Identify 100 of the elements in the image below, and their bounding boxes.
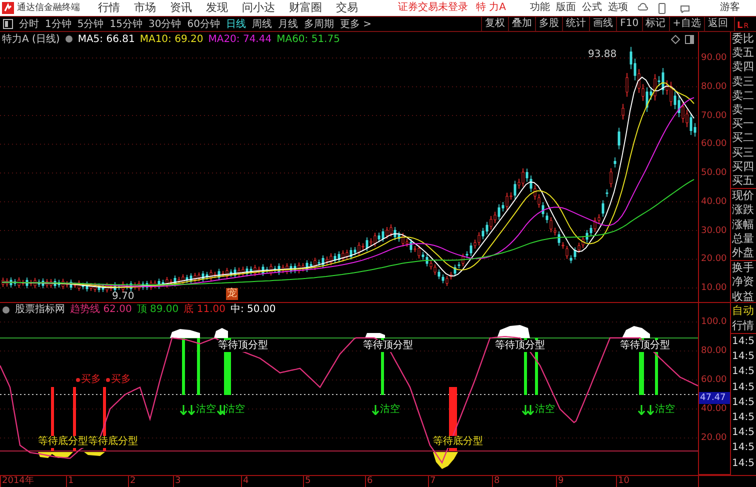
price-axis-label: 20.00 (701, 253, 727, 266)
menu-item[interactable]: 功能 (530, 2, 550, 14)
quote-field-label: 卖二 (731, 88, 755, 104)
moving-average-value: MA10: 69.20 (140, 32, 204, 46)
trade-time: 14:5 (731, 365, 756, 380)
high-price-label: 93.88 (588, 48, 617, 62)
toolbar-button[interactable]: 画线 (589, 17, 616, 31)
signal-label: 买多 (81, 374, 101, 386)
signal-label: 等待顶分型 (495, 340, 545, 352)
quote-field-label: 卖一 (731, 103, 755, 118)
quote-field-label: 净资 (731, 275, 755, 290)
trade-time: 14:5 (731, 380, 756, 395)
toolbar-button[interactable]: 标记 (642, 17, 669, 31)
signal-label: 沽空 (535, 404, 555, 416)
indicator-title: 股票指标网 (15, 302, 65, 317)
date-axis-label: 4 (241, 476, 249, 487)
price-axis-label: 40.00 (701, 196, 727, 208)
menu-item[interactable]: 发现 (206, 2, 228, 14)
quote-field-label: 总量 (731, 232, 755, 246)
date-axis-label: 9 (556, 476, 564, 487)
menu-item[interactable]: 问小达 (242, 2, 275, 14)
indicator-axis-label: 100.0 (701, 316, 727, 328)
menu-item[interactable]: 选项 (608, 2, 628, 14)
quote-field-label: 涨幅 (731, 218, 755, 232)
quote-field-label: 买四 (731, 160, 755, 174)
quote-field-label: 涨跌 (731, 203, 755, 218)
quote-field-label: 现价 (731, 188, 756, 204)
panel-letter[interactable]: L (737, 21, 743, 31)
period-tab[interactable]: 1分钟 (45, 16, 72, 32)
price-axis-label: 90.00 (701, 52, 727, 64)
period-tab[interactable]: 多周期 (304, 16, 334, 32)
period-tab[interactable]: 日线 (226, 16, 246, 32)
toolbar-button[interactable]: 多股 (535, 17, 562, 31)
price-axis-label: 60.00 (701, 138, 727, 150)
user-name[interactable]: 游客 (720, 2, 740, 14)
moving-average-value: MA20: 74.44 (208, 32, 272, 46)
date-axis-label: 10 (616, 476, 630, 487)
quote-field-label: 买一 (731, 117, 755, 132)
period-tab[interactable]: 60分钟 (187, 16, 220, 32)
period-tab[interactable]: 月线 (278, 16, 298, 32)
indicator-axis-label: 60.00 (701, 374, 727, 386)
indicator-axis-label: 80.00 (701, 345, 727, 357)
indicator-axis-label: 20.00 (701, 432, 727, 444)
toolbar-button[interactable]: 叠加 (508, 17, 536, 31)
period-tab[interactable]: 更多 > (340, 16, 372, 32)
login-status[interactable]: 证券交易未登录 (398, 2, 468, 14)
toolbar-button[interactable]: F10 (616, 17, 642, 31)
quote-field-label: 买五 (731, 174, 755, 188)
period-tab[interactable]: 30分钟 (148, 16, 182, 32)
moving-average-value: MA5: 66.81 (78, 32, 135, 46)
event-marker[interactable]: 宠 (226, 288, 238, 300)
quote-field-label: 外盘 (731, 246, 755, 260)
period-tab[interactable]: 15分钟 (110, 16, 142, 32)
signal-label: 沽空 (196, 404, 216, 416)
quote-field-label: 卖三 (731, 74, 755, 89)
period-tab[interactable]: 分时 (19, 16, 39, 32)
toolbar-button[interactable]: +自选 (668, 17, 704, 31)
toolbar-button[interactable]: 返回 (704, 17, 731, 31)
signal-label: 沽空 (655, 404, 675, 416)
period-tab[interactable]: 5分钟 (77, 16, 104, 32)
panel-tab[interactable]: 行情 (731, 318, 756, 333)
menu-item[interactable]: 资讯 (170, 2, 192, 14)
signal-label: 沽空 (225, 404, 245, 416)
quote-field-label: 卖五 (731, 46, 755, 60)
app-title: 通达信金融终端 (17, 2, 80, 14)
toolbar-button[interactable]: 复权 (481, 17, 508, 31)
price-axis-label: 30.00 (701, 224, 727, 236)
stock-name: 特 力A (476, 2, 506, 14)
date-axis-label: 2014年 (0, 476, 34, 487)
signal-label: 等待顶分型 (620, 340, 670, 352)
trade-time: 14:5 (731, 350, 756, 364)
low-price-label: 9.70 (112, 291, 134, 302)
trade-time: 14:5 (731, 426, 756, 440)
date-axis-label: 5 (303, 476, 311, 487)
period-tab[interactable]: 周线 (252, 16, 272, 32)
signal-label: 买多 (111, 374, 131, 386)
toolbar-button[interactable]: 统计 (562, 17, 590, 31)
quote-field-label: 买三 (731, 146, 755, 160)
date-axis-label: 3 (173, 476, 181, 487)
signal-label: 等待底分型 (433, 436, 483, 448)
price-axis-label: 50.00 (701, 167, 727, 179)
menu-item[interactable]: 公式 (582, 2, 602, 14)
menu-item[interactable]: 行情 (98, 2, 120, 14)
date-axis-label: 1 (66, 476, 74, 487)
signal-label: 沽空 (380, 404, 400, 416)
trade-time: 14:5 (731, 456, 756, 471)
current-value-label: 47.47 (699, 392, 730, 404)
menu-item[interactable]: 交易 (336, 2, 358, 14)
price-axis-label: 80.00 (701, 80, 727, 93)
menu-item[interactable]: 财富圈 (289, 2, 322, 14)
signal-label: 等待底分型 (88, 436, 138, 448)
quote-field-label: 买二 (731, 131, 755, 146)
menu-item[interactable]: 市场 (134, 2, 156, 14)
panel-tab[interactable]: 自动 (731, 303, 756, 318)
quote-field-label: 换手 (731, 260, 756, 276)
trade-time: 14:5 (731, 411, 756, 426)
indicator-axis-label: 40.00 (701, 403, 727, 415)
indicator-value: 中: 50.00 (230, 302, 276, 317)
menu-item[interactable]: 版面 (556, 2, 576, 14)
trade-time: 14:5 (731, 396, 756, 410)
